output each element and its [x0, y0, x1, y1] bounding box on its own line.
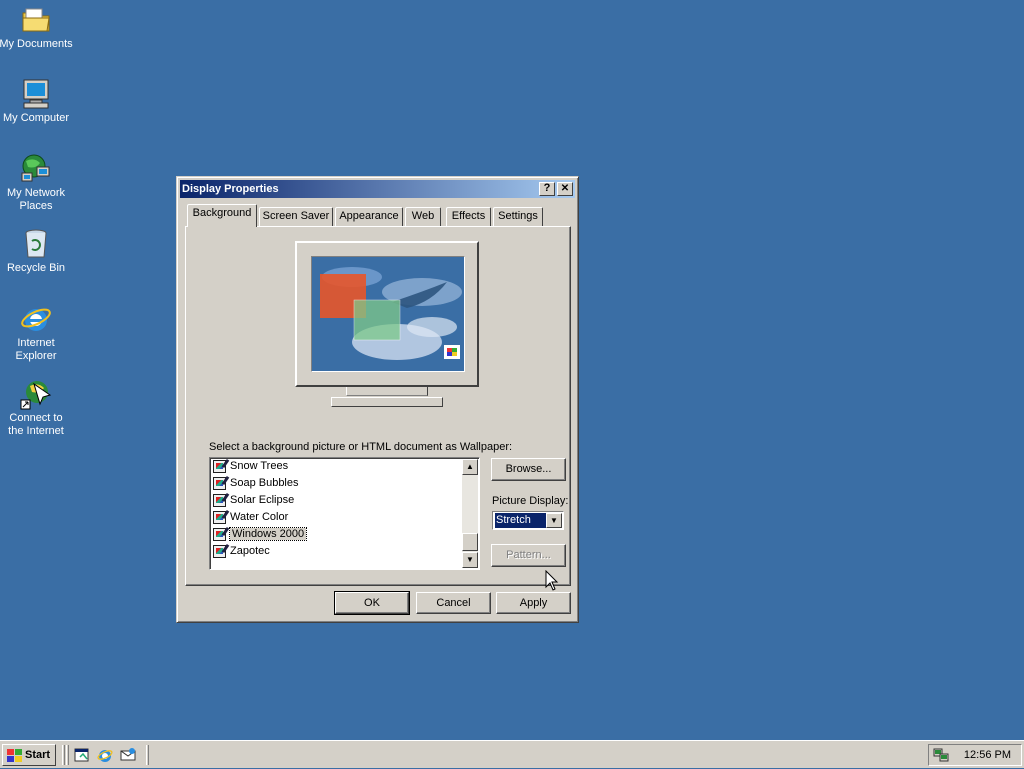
scroll-thumb[interactable]	[462, 533, 478, 551]
clock[interactable]: 12:56 PM	[964, 749, 1011, 761]
desktop-icon-label: My Documents	[0, 38, 73, 50]
wallpaper-file-icon	[213, 510, 226, 524]
monitor-base	[331, 397, 443, 407]
desktop-icon-recycle-bin[interactable]: Recycle Bin	[0, 228, 74, 275]
list-item[interactable]: Water Color	[213, 509, 288, 526]
quick-launch-grip[interactable]	[66, 745, 69, 765]
arrow-down-icon: ▼	[466, 555, 474, 564]
recycle-bin-icon	[20, 228, 52, 260]
tab-web[interactable]: Web	[405, 207, 441, 226]
monitor-stand	[346, 387, 428, 396]
taskbar-divider	[62, 745, 65, 765]
wallpaper-file-icon	[213, 476, 226, 490]
start-button[interactable]: Start	[2, 744, 56, 766]
internet-explorer-icon[interactable]	[97, 747, 113, 763]
system-tray: 12:56 PM	[928, 744, 1022, 766]
folder-icon	[20, 4, 52, 36]
list-item-selected[interactable]: Windows 2000	[213, 526, 308, 543]
windows-logo-icon	[7, 749, 23, 762]
list-item[interactable]: Snow Trees	[213, 458, 288, 475]
computer-icon	[20, 78, 52, 110]
desktop-icon-label: Connect to the Internet	[8, 412, 64, 437]
wallpaper-file-icon	[213, 459, 226, 473]
apply-button[interactable]: Apply	[496, 592, 571, 614]
desktop-icon-my-computer[interactable]: My Computer	[0, 78, 74, 125]
window-title: Display Properties	[182, 183, 279, 195]
tab-effects[interactable]: Effects	[446, 207, 491, 226]
picture-display-select[interactable]: Stretch ▼	[492, 511, 564, 530]
arrow-up-icon: ▲	[466, 462, 474, 471]
list-item[interactable]: Zapotec	[213, 543, 270, 560]
desktop-icon-label: My Computer	[2, 112, 70, 124]
tab-settings[interactable]: Settings	[493, 207, 543, 226]
close-button[interactable]: ✕	[557, 182, 573, 196]
wallpaper-preview	[311, 256, 465, 372]
display-properties-window: Display Properties ? ✕ Background Screen…	[176, 176, 579, 623]
desktop-icon-label: Recycle Bin	[6, 262, 66, 274]
close-icon: ✕	[560, 183, 570, 194]
list-item[interactable]: Solar Eclipse	[213, 492, 294, 509]
scroll-up-button[interactable]: ▲	[462, 459, 478, 475]
wallpaper-file-icon	[213, 544, 226, 558]
picture-display-value: Stretch	[495, 513, 546, 528]
wallpaper-list[interactable]: Snow Trees Soap Bubbles Solar Eclipse Wa…	[209, 457, 480, 570]
mouse-cursor-icon	[545, 569, 559, 592]
tab-screen-saver[interactable]: Screen Saver	[259, 207, 333, 226]
desktop-icon-internet-explorer[interactable]: Internet Explorer	[0, 303, 74, 363]
desktop-icon-my-network-places[interactable]: My Network Places	[0, 153, 74, 213]
background-tab-panel: Select a background picture or HTML docu…	[185, 226, 571, 586]
desktop-icon-label: My Network Places	[6, 187, 66, 212]
dropdown-button[interactable]: ▼	[546, 513, 562, 528]
list-scrollbar[interactable]: ▲ ▼	[462, 459, 478, 568]
show-desktop-icon[interactable]	[74, 747, 90, 763]
browse-button[interactable]: Browse...	[491, 458, 566, 481]
taskbar: Start 12:56 PM	[0, 740, 1024, 768]
desktop-icon-my-documents[interactable]: My Documents	[0, 4, 74, 51]
tab-appearance[interactable]: Appearance	[335, 207, 403, 226]
tab-background[interactable]: Background	[187, 204, 257, 227]
connect-internet-icon	[20, 378, 52, 410]
internet-explorer-icon	[20, 303, 52, 335]
title-bar[interactable]: Display Properties ? ✕	[180, 180, 575, 198]
cancel-button[interactable]: Cancel	[416, 592, 491, 614]
picture-display-label: Picture Display:	[492, 495, 569, 507]
desktop-icon-connect-to-internet[interactable]: Connect to the Internet	[0, 378, 74, 438]
list-item[interactable]: Soap Bubbles	[213, 475, 299, 492]
help-button[interactable]: ?	[539, 182, 555, 196]
network-icon	[20, 153, 52, 185]
wallpaper-prompt: Select a background picture or HTML docu…	[209, 441, 513, 453]
monitor-preview	[295, 241, 479, 387]
desktop-icon-label: Internet Explorer	[15, 337, 57, 362]
chevron-down-icon: ▼	[550, 516, 558, 525]
scroll-down-button[interactable]: ▼	[462, 552, 478, 568]
outlook-express-icon[interactable]	[120, 747, 136, 763]
start-label: Start	[25, 749, 51, 761]
wallpaper-file-icon	[213, 527, 226, 541]
ok-button[interactable]: OK	[334, 591, 410, 615]
network-tray-icon[interactable]	[933, 747, 949, 763]
quick-launch-grip[interactable]	[146, 745, 149, 765]
pattern-button[interactable]: Pattern...	[491, 544, 566, 567]
wallpaper-file-icon	[213, 493, 226, 507]
